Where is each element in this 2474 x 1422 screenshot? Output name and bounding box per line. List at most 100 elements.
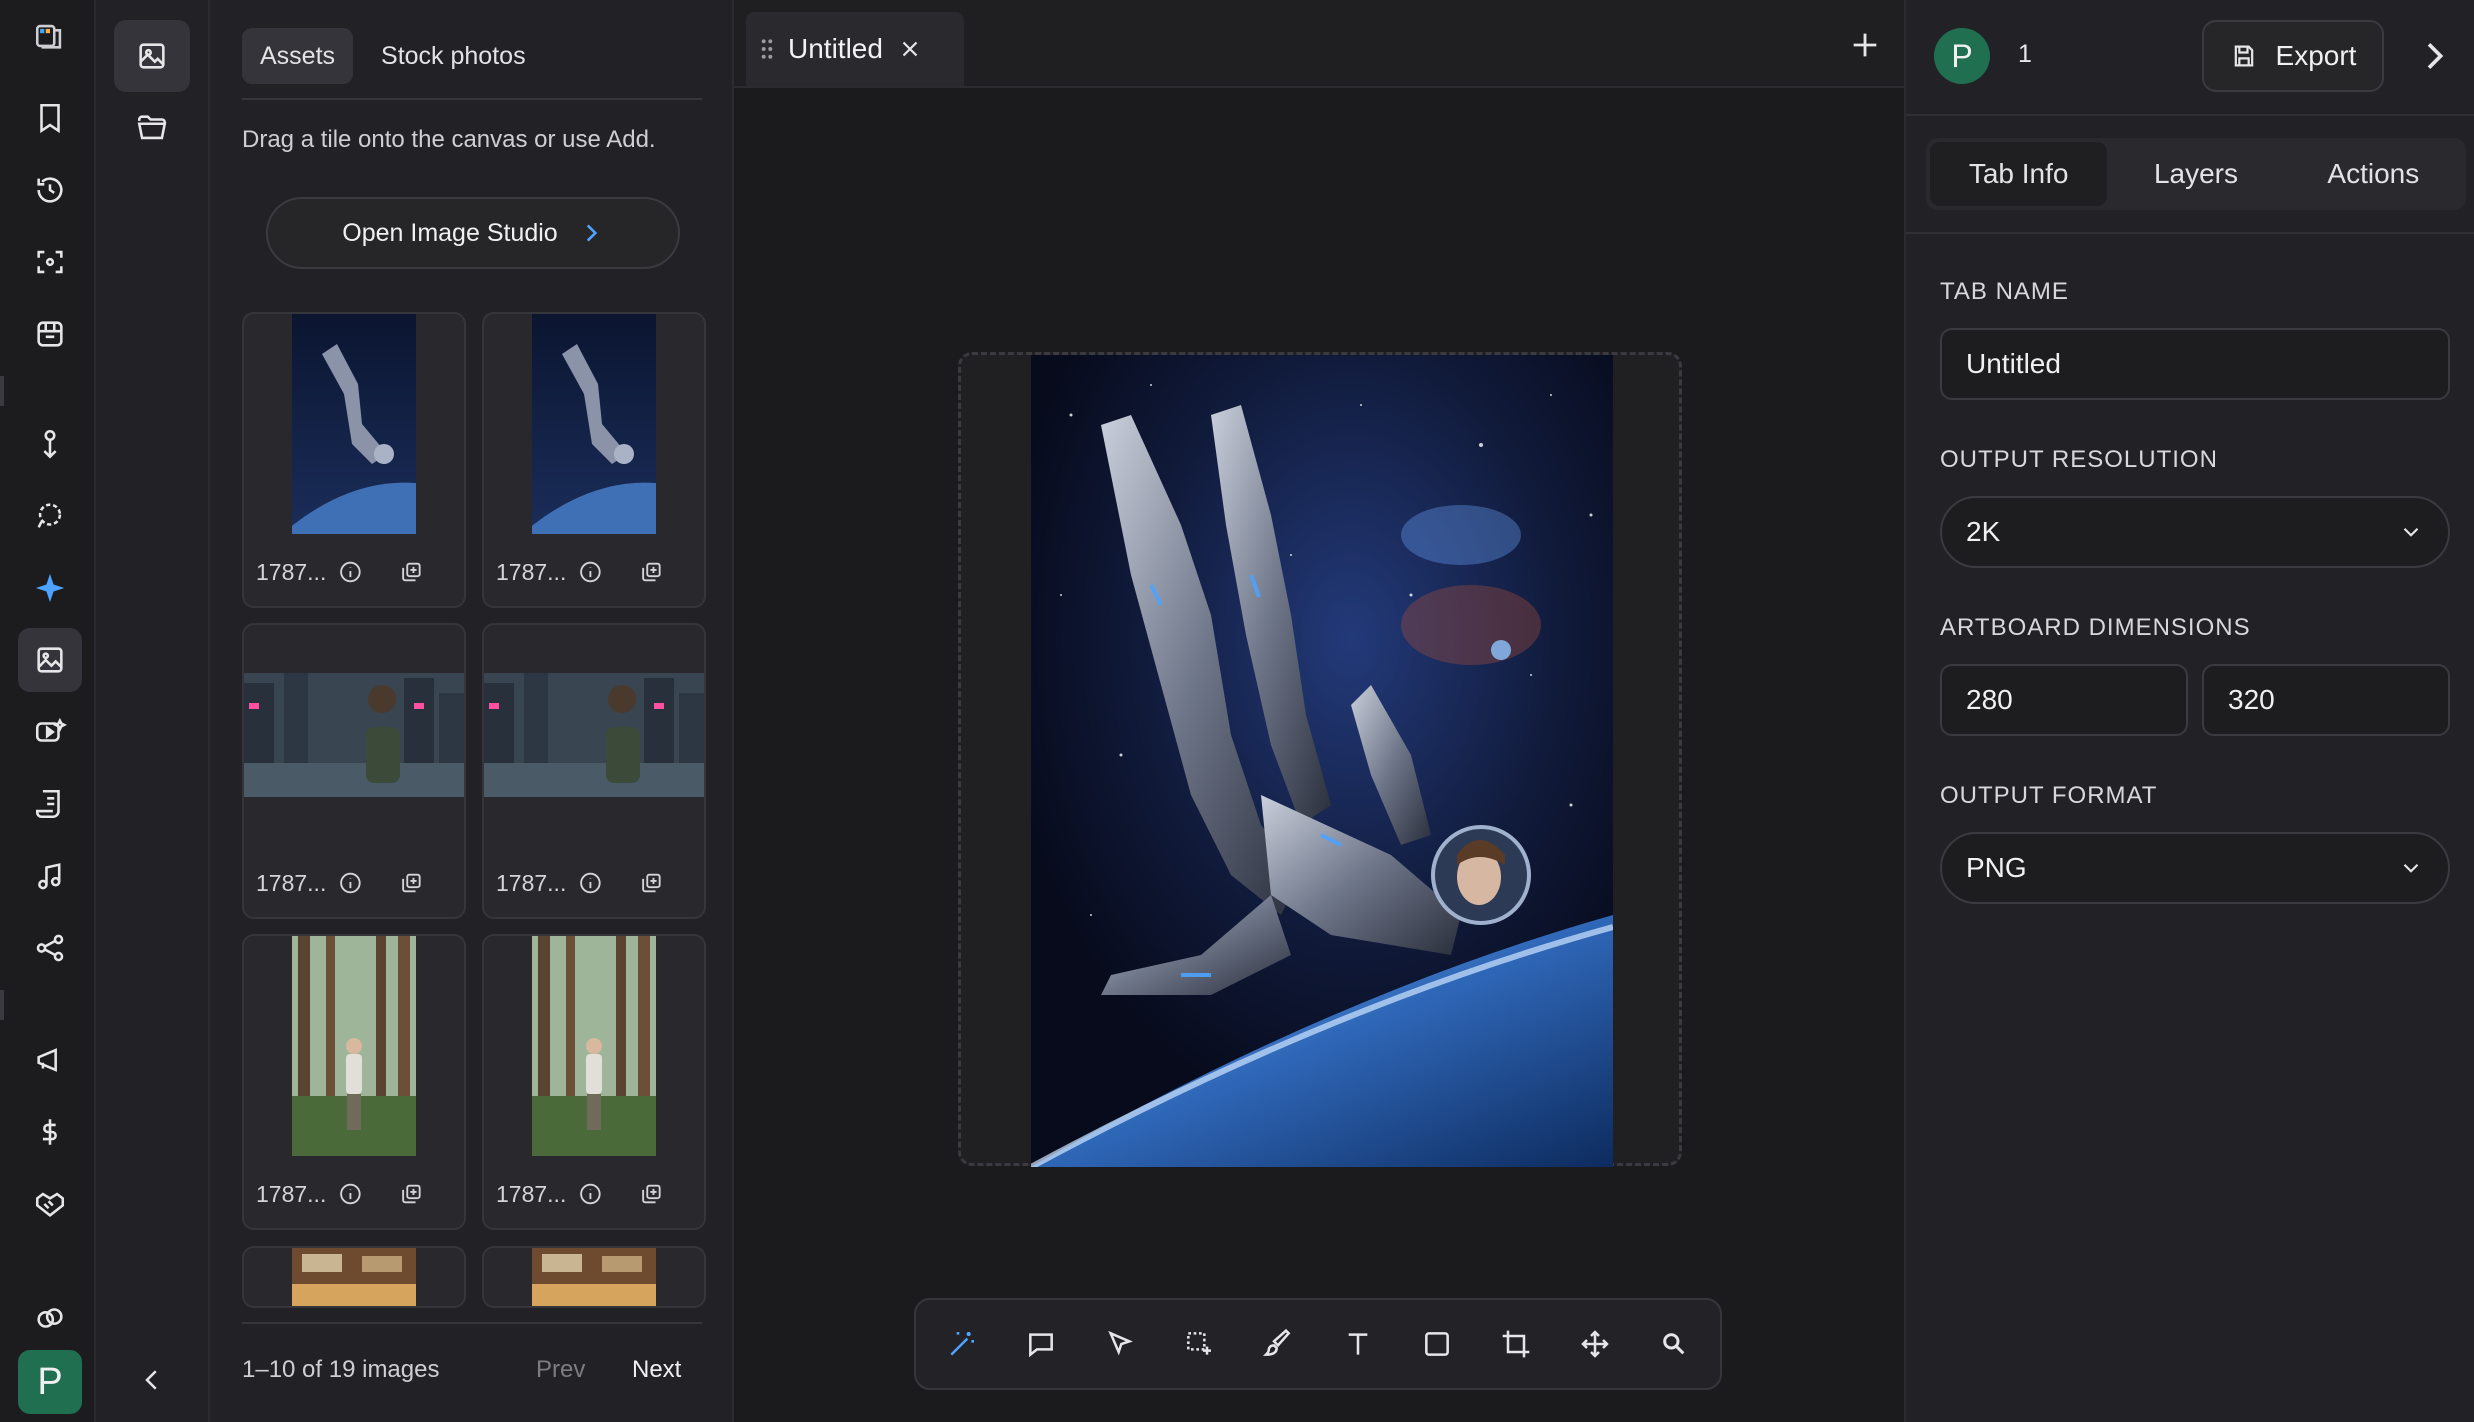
tab-layers[interactable]: Layers: [2107, 142, 2284, 206]
info-icon[interactable]: [578, 557, 603, 587]
asset-thumbnail: [244, 1248, 464, 1306]
link-icon[interactable]: [18, 1286, 82, 1350]
export-button[interactable]: Export: [2202, 20, 2384, 92]
lasso-icon[interactable]: [18, 484, 82, 548]
info-icon[interactable]: [578, 868, 603, 898]
asset-name: 1787...: [496, 869, 567, 896]
chevron-right-icon[interactable]: [2414, 36, 2454, 76]
chevron-down-icon: [2403, 863, 2419, 873]
asset-tile[interactable]: 1787...: [482, 312, 706, 608]
drag-handle-icon[interactable]: [760, 38, 774, 60]
select-add-icon[interactable]: [1171, 1316, 1227, 1372]
add-to-canvas-icon[interactable]: [639, 1179, 664, 1209]
handshake-icon[interactable]: [18, 1172, 82, 1236]
next-button[interactable]: Next: [632, 1356, 681, 1384]
artboard-height-value: 320: [2228, 684, 2275, 715]
close-icon[interactable]: [897, 36, 923, 62]
artboard-width-input[interactable]: 280: [1940, 664, 2188, 736]
asset-tile[interactable]: [242, 1246, 466, 1308]
pointer-icon[interactable]: [1092, 1316, 1148, 1372]
canvas-image[interactable]: [1031, 355, 1613, 1167]
avatar[interactable]: P: [18, 1350, 82, 1414]
sparkle-icon[interactable]: [18, 556, 82, 620]
rail-divider: [0, 376, 4, 406]
rectangle-icon[interactable]: [1409, 1316, 1465, 1372]
divider: [1906, 114, 2474, 116]
add-to-canvas-icon[interactable]: [639, 868, 664, 898]
divider: [242, 1322, 702, 1324]
music-icon[interactable]: [18, 844, 82, 908]
asset-tile[interactable]: 1787...: [482, 623, 706, 919]
video-icon[interactable]: [18, 700, 82, 764]
tab-name-value: Untitled: [1966, 348, 2061, 379]
info-icon[interactable]: [338, 1179, 363, 1209]
add-to-canvas-icon[interactable]: [399, 1179, 424, 1209]
image-icon[interactable]: [114, 20, 190, 92]
asset-thumbnail: [244, 314, 464, 534]
crop-icon[interactable]: [1488, 1316, 1544, 1372]
output-resolution-label: OUTPUT RESOLUTION: [1940, 446, 2218, 473]
info-icon[interactable]: [338, 557, 363, 587]
artboard-height-input[interactable]: 320: [2202, 664, 2450, 736]
pager-count: 1–10 of 19 images: [242, 1356, 440, 1383]
artboard[interactable]: [958, 352, 1682, 1167]
tab-actions[interactable]: Actions: [2285, 142, 2462, 206]
asset-tile[interactable]: [482, 1246, 706, 1308]
tab-assets[interactable]: Assets: [242, 28, 354, 84]
open-image-studio-button[interactable]: Open Image Studio: [266, 197, 680, 269]
bookmark-icon[interactable]: [18, 86, 82, 150]
history-icon[interactable]: [18, 158, 82, 222]
add-to-canvas-icon[interactable]: [399, 868, 424, 898]
chevron-left-icon[interactable]: [132, 1350, 172, 1410]
megaphone-icon[interactable]: [18, 1028, 82, 1092]
asset-tile[interactable]: 1787...: [242, 312, 466, 608]
info-icon[interactable]: [578, 1179, 603, 1209]
folder-icon[interactable]: [114, 92, 190, 164]
artboard-width-value: 280: [1966, 684, 2013, 715]
text-icon[interactable]: [1330, 1316, 1386, 1372]
asset-meta: 1787...: [244, 1164, 464, 1224]
zoom-icon[interactable]: [1646, 1316, 1702, 1372]
comment-icon[interactable]: [1013, 1316, 1069, 1372]
add-to-canvas-icon[interactable]: [639, 557, 664, 587]
collaborator-count: 1: [2018, 40, 2032, 68]
add-tab-icon[interactable]: [1848, 28, 1882, 62]
asset-name: 1787...: [256, 1180, 327, 1207]
asset-name: 1787...: [496, 558, 567, 585]
pin-icon[interactable]: [18, 412, 82, 476]
info-icon[interactable]: [338, 868, 363, 898]
focus-icon[interactable]: [18, 230, 82, 294]
rail-divider: [0, 990, 4, 1020]
avatar[interactable]: P: [1934, 28, 1990, 84]
image-gallery-icon[interactable]: [18, 628, 82, 692]
document-tab-label: Untitled: [788, 33, 883, 64]
logo-icon[interactable]: [18, 4, 82, 68]
output-format-select[interactable]: PNG: [1940, 832, 2450, 904]
canvas-area: Untitled: [734, 0, 1904, 1422]
canvas-toolbar: [914, 1298, 1722, 1390]
artboard-dimensions-label: ARTBOARD DIMENSIONS: [1940, 614, 2251, 641]
asset-tile[interactable]: 1787...: [242, 623, 466, 919]
divider: [1906, 232, 2474, 234]
magic-wand-icon[interactable]: [934, 1316, 990, 1372]
app-rail: P: [0, 0, 96, 1422]
asset-tile[interactable]: 1787...: [482, 934, 706, 1230]
dollar-icon[interactable]: [18, 1100, 82, 1164]
add-to-canvas-icon[interactable]: [399, 557, 424, 587]
document-tab[interactable]: Untitled: [746, 12, 964, 86]
tab-tab-info[interactable]: Tab Info: [1930, 142, 2108, 206]
move-icon[interactable]: [1567, 1316, 1623, 1372]
script-icon[interactable]: [18, 772, 82, 836]
share-icon[interactable]: [18, 916, 82, 980]
tab-stock-photos[interactable]: Stock photos: [363, 28, 544, 84]
asset-tile[interactable]: 1787...: [242, 934, 466, 1230]
assets-hint: Drag a tile onto the canvas or use Add.: [242, 126, 656, 153]
divider: [242, 98, 702, 100]
output-format-value: PNG: [1966, 852, 2027, 883]
output-resolution-select[interactable]: 2K: [1940, 496, 2450, 568]
tab-name-input[interactable]: Untitled: [1940, 328, 2450, 400]
store-icon[interactable]: [18, 302, 82, 366]
brush-icon[interactable]: [1250, 1316, 1306, 1372]
prev-button[interactable]: Prev: [536, 1356, 585, 1384]
document-tabbar: Untitled: [734, 0, 1904, 88]
